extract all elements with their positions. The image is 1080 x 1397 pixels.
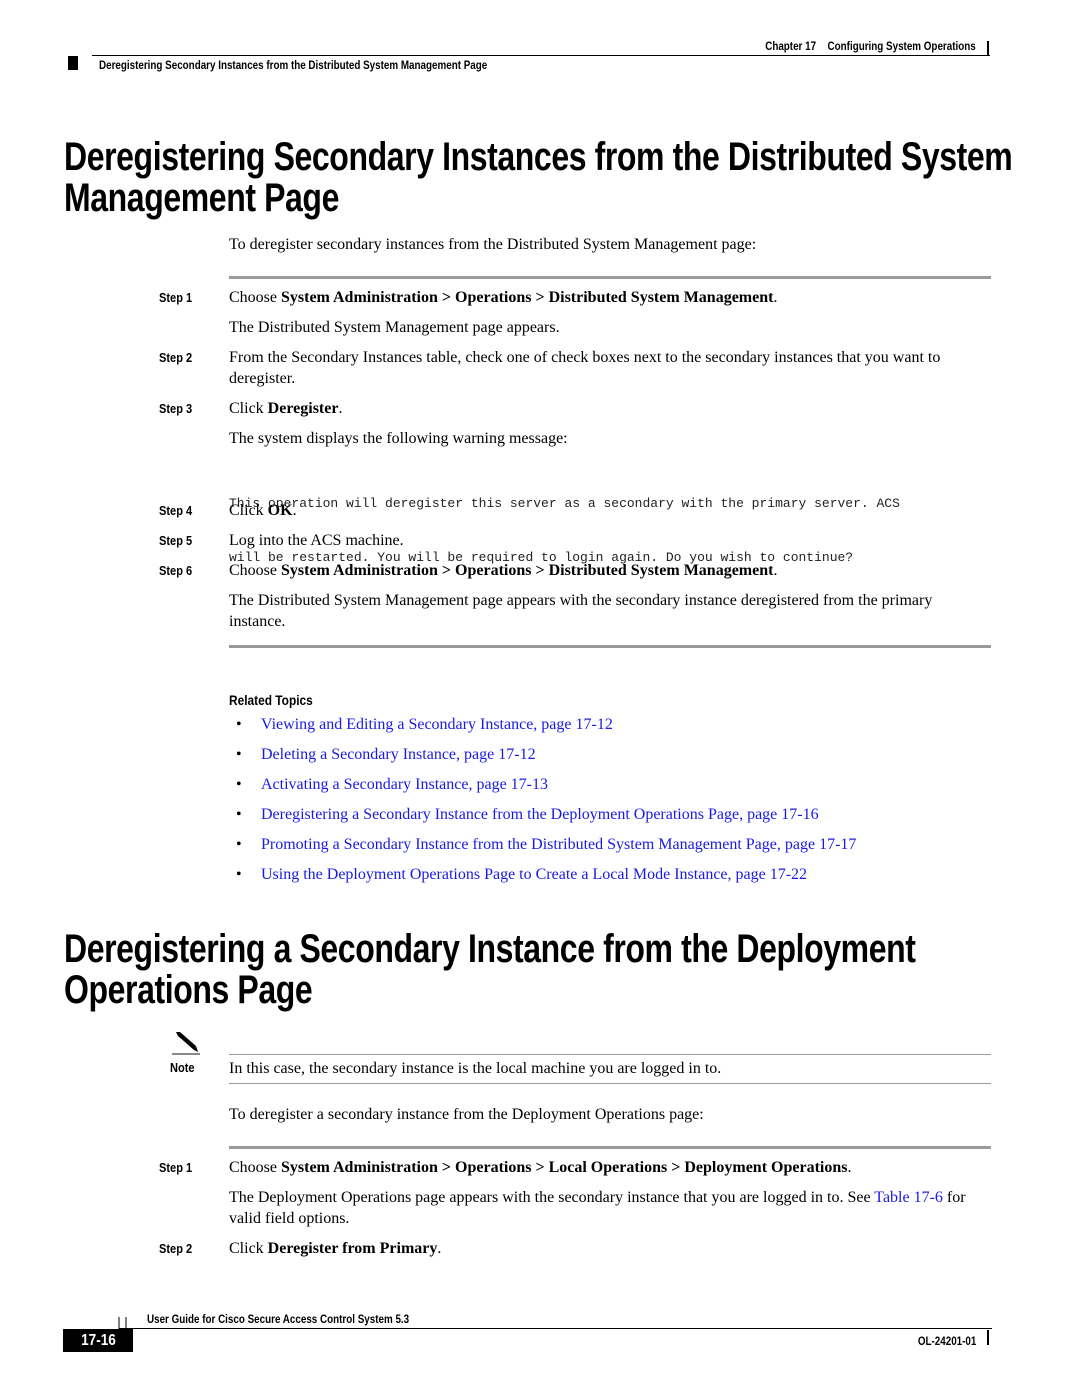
step-text-post: . <box>773 562 778 579</box>
step-label: Step 2 <box>159 1241 193 1256</box>
step-label: Step 2 <box>159 350 193 365</box>
note-text: In this case, the secondary instance is … <box>229 1060 722 1077</box>
bullet-icon: • <box>236 806 242 823</box>
related-topics-heading: Related Topics <box>229 692 313 708</box>
step-text: Click Deregister from Primary. <box>229 1238 991 1259</box>
step-text-pre: Click <box>229 400 268 417</box>
section1-intro: To deregister secondary instances from t… <box>229 236 757 253</box>
table-reference-link[interactable]: Table 17-6 <box>874 1189 943 1206</box>
section-title-1: Deregistering Secondary Instances from t… <box>64 135 1013 220</box>
note-label: Note <box>170 1060 195 1075</box>
note-rule-top <box>229 1054 991 1055</box>
step-text-post: . <box>338 400 343 417</box>
step-label: Step 4 <box>159 503 193 518</box>
step-text-pre: Click <box>229 502 268 519</box>
step-text-post: . <box>773 289 778 306</box>
running-header-section: Deregistering Secondary Instances from t… <box>99 58 488 72</box>
step-text-pre: Choose <box>229 289 281 306</box>
section-title-1-line1: Deregistering Secondary Instances from t… <box>64 135 1013 179</box>
related-topic-link[interactable]: Viewing and Editing a Secondary Instance… <box>261 716 613 733</box>
step-text: Click Deregister. <box>229 398 991 419</box>
step-text-post: . <box>292 502 297 519</box>
related-topic-item: • Promoting a Secondary Instance from the… <box>236 836 856 854</box>
footer-rule <box>130 1328 992 1329</box>
related-topic-item: • Viewing and Editing a Secondary Instanc… <box>236 716 613 734</box>
header-rule <box>92 55 990 56</box>
step-result-pre: The Deployment Operations page appears w… <box>229 1189 875 1206</box>
bullet-icon: • <box>236 716 242 733</box>
procedure-rule-top <box>229 276 991 279</box>
bullet-icon: • <box>236 836 242 853</box>
section2-intro: To deregister a secondary instance from … <box>229 1106 704 1123</box>
section-title-2: Deregistering a Secondary Instance from … <box>64 929 916 1011</box>
button-name: Deregister <box>267 400 339 417</box>
page-number: 17-16 <box>63 1329 133 1352</box>
running-header-chapter: Chapter 17 Configuring System Operations <box>765 39 976 53</box>
step-text: Choose System Administration > Operation… <box>229 1157 991 1178</box>
pencil-icon <box>172 1032 200 1055</box>
document-number: OL-24201-01 <box>917 1334 976 1348</box>
step-result: The Distributed System Management page a… <box>229 592 933 630</box>
step-text-pre: Choose <box>229 1159 281 1176</box>
step-text-pre: Choose <box>229 562 281 579</box>
bullet-icon: • <box>236 776 242 793</box>
related-topic-link[interactable]: Using the Deployment Operations Page to … <box>261 866 807 883</box>
procedure-rule-top <box>229 1146 991 1149</box>
footer-bar <box>987 1330 989 1345</box>
step-text: Choose System Administration > Operation… <box>229 287 991 308</box>
menu-path: System Administration > Operations > Dis… <box>281 289 774 306</box>
step-text: Click OK. <box>229 500 991 521</box>
button-name: Deregister from Primary <box>267 1240 438 1257</box>
procedure-rule-bottom <box>229 645 991 648</box>
chapter-number: Chapter 17 <box>765 39 817 53</box>
step-result: The system displays the following warnin… <box>229 430 568 447</box>
step-text-post: . <box>847 1159 852 1176</box>
bullet-icon: • <box>236 866 242 883</box>
related-topic-link[interactable]: Promoting a Secondary Instance from the … <box>261 836 856 853</box>
related-topic-item: • Activating a Secondary Instance, page 1… <box>236 776 548 794</box>
chapter-title: Configuring System Operations <box>827 39 976 53</box>
step-text: From the Secondary Instances table, chec… <box>229 349 941 387</box>
step-result: The Distributed System Management page a… <box>229 319 560 336</box>
step-text: Log into the ACS machine. <box>229 532 404 549</box>
footer-guide-title: User Guide for Cisco Secure Access Contr… <box>147 1312 410 1326</box>
button-name: OK <box>267 502 293 519</box>
menu-path: System Administration > Operations > Dis… <box>281 562 774 579</box>
section-title-1-line2: Management Page <box>64 176 339 220</box>
section-title-2-line1: Deregistering a Secondary Instance from … <box>64 927 916 971</box>
step-text-post: . <box>437 1240 442 1257</box>
menu-path: System Administration > Operations > Loc… <box>281 1159 848 1176</box>
bullet-icon: • <box>236 746 242 763</box>
related-topic-link[interactable]: Activating a Secondary Instance, page 17… <box>261 776 548 793</box>
related-topic-link[interactable]: Deleting a Secondary Instance, page 17-1… <box>261 746 536 763</box>
note-rule-bottom <box>229 1083 991 1084</box>
step-label: Step 6 <box>159 563 193 578</box>
step-label: Step 3 <box>159 401 193 416</box>
related-topic-item: • Deleting a Secondary Instance, page 17-… <box>236 746 536 764</box>
header-marker <box>68 56 78 70</box>
section-title-2-line2: Operations Page <box>64 968 313 1012</box>
step-label: Step 5 <box>159 533 193 548</box>
related-topic-item: • Using the Deployment Operations Page to… <box>236 866 807 884</box>
related-topic-item: • Deregistering a Secondary Instance from… <box>236 806 819 824</box>
step-label: Step 1 <box>159 1160 193 1175</box>
related-topic-link[interactable]: Deregistering a Secondary Instance from … <box>261 806 819 823</box>
step-text-pre: Click <box>229 1240 268 1257</box>
header-bar <box>987 41 989 56</box>
step-result: The Deployment Operations page appears w… <box>229 1187 991 1229</box>
step-label: Step 1 <box>159 290 193 305</box>
step-text: Choose System Administration > Operation… <box>229 560 991 581</box>
page-number-text: 17-16 <box>80 1332 116 1349</box>
